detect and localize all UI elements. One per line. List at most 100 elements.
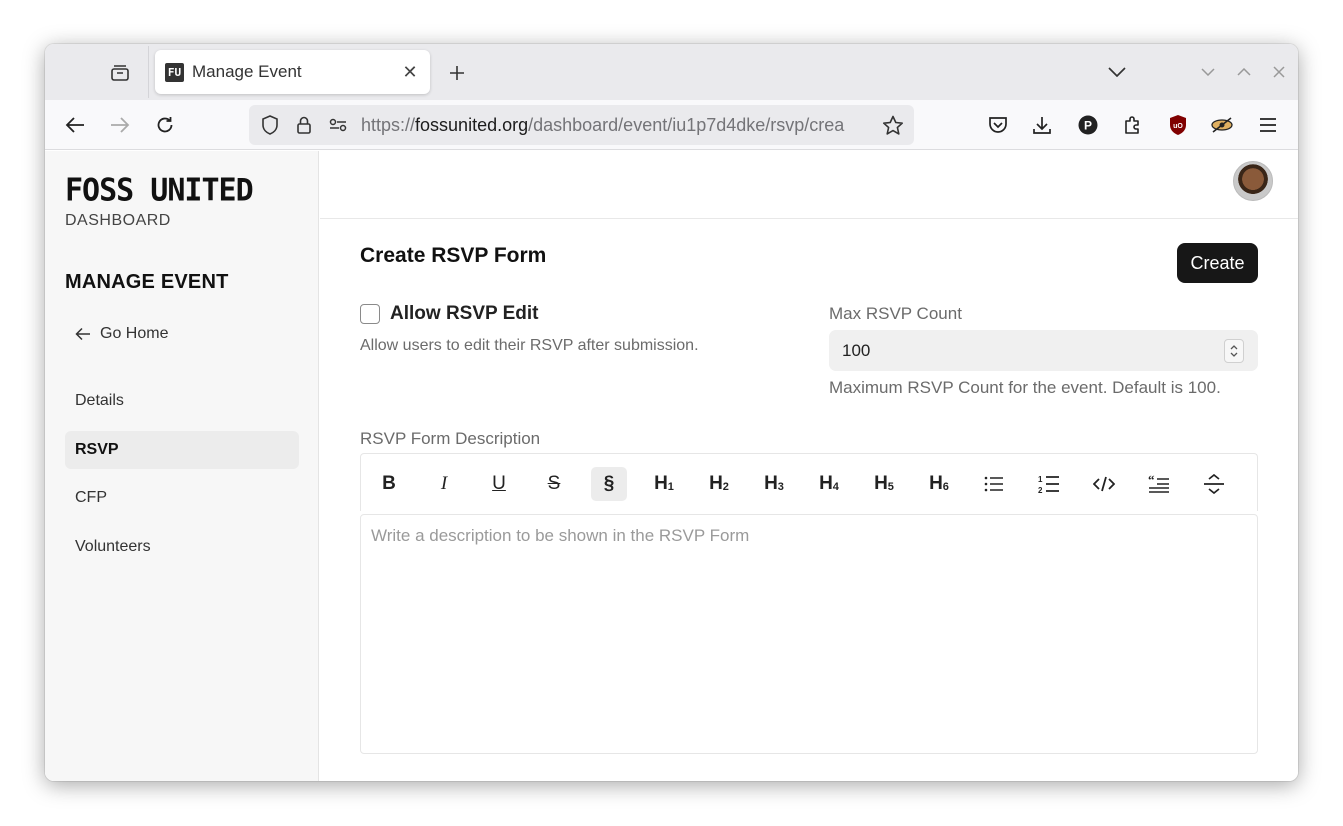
heading-5-icon: H [874, 473, 888, 494]
editor-placeholder: Write a description to be shown in the R… [371, 526, 750, 545]
maximize-button[interactable] [1234, 62, 1254, 82]
bold-button[interactable]: B [371, 467, 407, 501]
page-content: FOSS UNITED DASHBOARD MANAGE EVENT Go Ho… [45, 151, 1298, 781]
sidebar-section-title: MANAGE EVENT [65, 271, 229, 293]
chevron-down-icon [1201, 68, 1215, 76]
sidebar-item-details[interactable]: Details [65, 382, 299, 420]
main-panel: Create RSVP Form Create Allow RSVP Edit … [320, 151, 1298, 781]
heading-5-level: 5 [887, 481, 894, 493]
go-home-label: Go Home [100, 325, 169, 342]
allow-rsvp-edit-help: Allow users to edit their RSVP after sub… [360, 337, 699, 354]
svg-text:uO: uO [1173, 123, 1183, 130]
extension-icon[interactable] [1205, 108, 1239, 142]
heading-3-icon: H [764, 473, 778, 494]
download-icon[interactable] [1025, 108, 1059, 142]
arrow-left-icon [65, 117, 84, 133]
close-window-button[interactable] [1269, 62, 1289, 82]
svg-text:“: “ [1148, 475, 1155, 487]
heading-4-button[interactable]: H4 [811, 467, 847, 501]
close-icon[interactable]: ✕ [396, 58, 424, 86]
heading-3-level: 3 [777, 481, 784, 493]
italic-button[interactable]: I [426, 467, 462, 501]
navigation-bar: https://fossunited.org/dashboard/event/i… [45, 100, 1298, 150]
forward-button[interactable] [103, 108, 137, 142]
heading-5-button[interactable]: H5 [866, 467, 902, 501]
description-label: RSVP Form Description [360, 429, 541, 448]
strikethrough-button[interactable]: S [536, 467, 572, 501]
avatar[interactable] [1233, 161, 1273, 201]
code-button[interactable] [1086, 467, 1122, 501]
pocket-icon[interactable] [981, 108, 1015, 142]
paragraph-icon: § [603, 473, 615, 494]
svg-text:P: P [1084, 119, 1092, 133]
heading-1-level: 1 [667, 481, 674, 493]
svg-text:2: 2 [1038, 486, 1043, 494]
heading-4-level: 4 [832, 481, 839, 493]
tab-title: Manage Event [192, 62, 302, 81]
allow-rsvp-edit-checkbox[interactable] [360, 304, 380, 324]
horizontal-rule-button[interactable] [1196, 467, 1232, 501]
allow-rsvp-edit-label[interactable]: Allow RSVP Edit [390, 303, 539, 325]
heading-2-button[interactable]: H2 [701, 467, 737, 501]
blockquote-button[interactable]: “ [1141, 467, 1177, 501]
create-button[interactable]: Create [1177, 243, 1258, 283]
chevron-down-icon [1108, 67, 1126, 77]
close-icon [1273, 66, 1285, 78]
strikethrough-icon: S [547, 473, 561, 494]
max-rsvp-count-value: 100 [842, 340, 871, 360]
paragraph-button[interactable]: § [591, 467, 627, 501]
tab-groups-icon[interactable] [105, 60, 135, 86]
puzzle-icon[interactable] [1116, 108, 1150, 142]
permissions-icon[interactable] [321, 105, 355, 145]
minimize-button[interactable] [1198, 62, 1218, 82]
heading-6-button[interactable]: H6 [921, 467, 957, 501]
url-bar[interactable]: https://fossunited.org/dashboard/event/i… [249, 105, 914, 145]
svg-text:1: 1 [1038, 475, 1043, 484]
ublock-icon[interactable]: uO [1161, 108, 1195, 142]
arrow-left-icon [75, 327, 90, 341]
italic-icon: I [440, 473, 448, 494]
url-host: fossunited.org [415, 114, 529, 135]
horizontal-rule-icon [1204, 474, 1224, 494]
logo-subtitle: DASHBOARD [65, 212, 171, 229]
hamburger-icon[interactable] [1251, 108, 1285, 142]
max-rsvp-count-label: Max RSVP Count [829, 304, 962, 323]
tab-separator [148, 46, 149, 98]
lock-icon[interactable] [287, 105, 321, 145]
underline-button[interactable]: U [481, 467, 517, 501]
max-rsvp-count-input[interactable]: 100 [829, 330, 1258, 371]
heading-4-icon: H [819, 473, 833, 494]
number-stepper-icon[interactable] [1224, 339, 1244, 363]
profile-p-icon[interactable]: P [1071, 108, 1105, 142]
foss-united-logo[interactable]: FOSS UNITED [65, 172, 254, 209]
tab-strip: FU Manage Event ✕ [45, 44, 1298, 100]
allow-rsvp-edit-row[interactable]: Allow RSVP Edit [360, 303, 539, 325]
sidebar-item-rsvp[interactable]: RSVP [65, 431, 299, 469]
blockquote-icon: “ [1148, 475, 1169, 493]
url-text[interactable]: https://fossunited.org/dashboard/event/i… [361, 115, 876, 136]
plus-icon [450, 66, 464, 80]
active-tab[interactable]: FU Manage Event ✕ [155, 50, 430, 94]
heading-2-icon: H [709, 473, 723, 494]
new-tab-button[interactable] [442, 58, 472, 88]
heading-6-level: 6 [942, 481, 949, 493]
sidebar-item-volunteers[interactable]: Volunteers [65, 528, 299, 566]
heading-2-level: 2 [722, 481, 729, 493]
list-all-tabs-button[interactable] [1105, 59, 1129, 85]
numbered-list-button[interactable]: 12 [1031, 467, 1067, 501]
browser-window: FU Manage Event ✕ https://fossunited.org… [45, 44, 1298, 781]
chevron-up-icon [1237, 68, 1251, 76]
reload-button[interactable] [148, 108, 182, 142]
shield-icon[interactable] [253, 105, 287, 145]
description-editor[interactable]: Write a description to be shown in the R… [360, 514, 1258, 754]
tab-favicon-icon: FU [165, 62, 184, 82]
sidebar-item-cfp[interactable]: CFP [65, 479, 299, 517]
bold-icon: B [382, 473, 396, 494]
back-button[interactable] [58, 108, 92, 142]
heading-3-button[interactable]: H3 [756, 467, 792, 501]
heading-1-button[interactable]: H1 [646, 467, 682, 501]
bullet-list-button[interactable] [976, 467, 1012, 501]
bullet-list-icon [984, 476, 1003, 492]
star-icon[interactable] [876, 105, 910, 145]
go-home-link[interactable]: Go Home [75, 323, 168, 345]
